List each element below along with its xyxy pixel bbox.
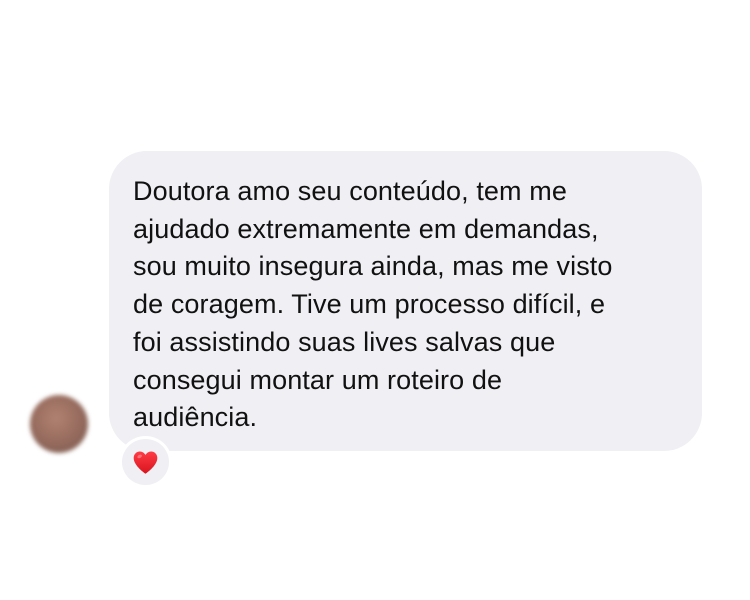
- message-line: sou muito insegura ainda, mas me visto: [133, 251, 613, 282]
- red-heart-icon: [133, 450, 158, 474]
- message-line: ajudado extremamente em demandas,: [133, 213, 599, 244]
- message-line: consegui montar um roteiro de: [133, 364, 503, 395]
- message-text: Doutora amo seu conteúdo, tem me ajudado…: [133, 173, 678, 437]
- sender-avatar[interactable]: [30, 395, 88, 453]
- heart-reaction[interactable]: [119, 436, 172, 488]
- message-line: audiência.: [133, 402, 258, 433]
- message-bubble[interactable]: Doutora amo seu conteúdo, tem me ajudado…: [109, 151, 702, 451]
- message-line: de coragem. Tive um processo difícil, e: [133, 289, 606, 320]
- message-line: foi assistindo suas lives salvas que: [133, 326, 556, 357]
- message-line: Doutora amo seu conteúdo, tem me: [133, 176, 567, 206]
